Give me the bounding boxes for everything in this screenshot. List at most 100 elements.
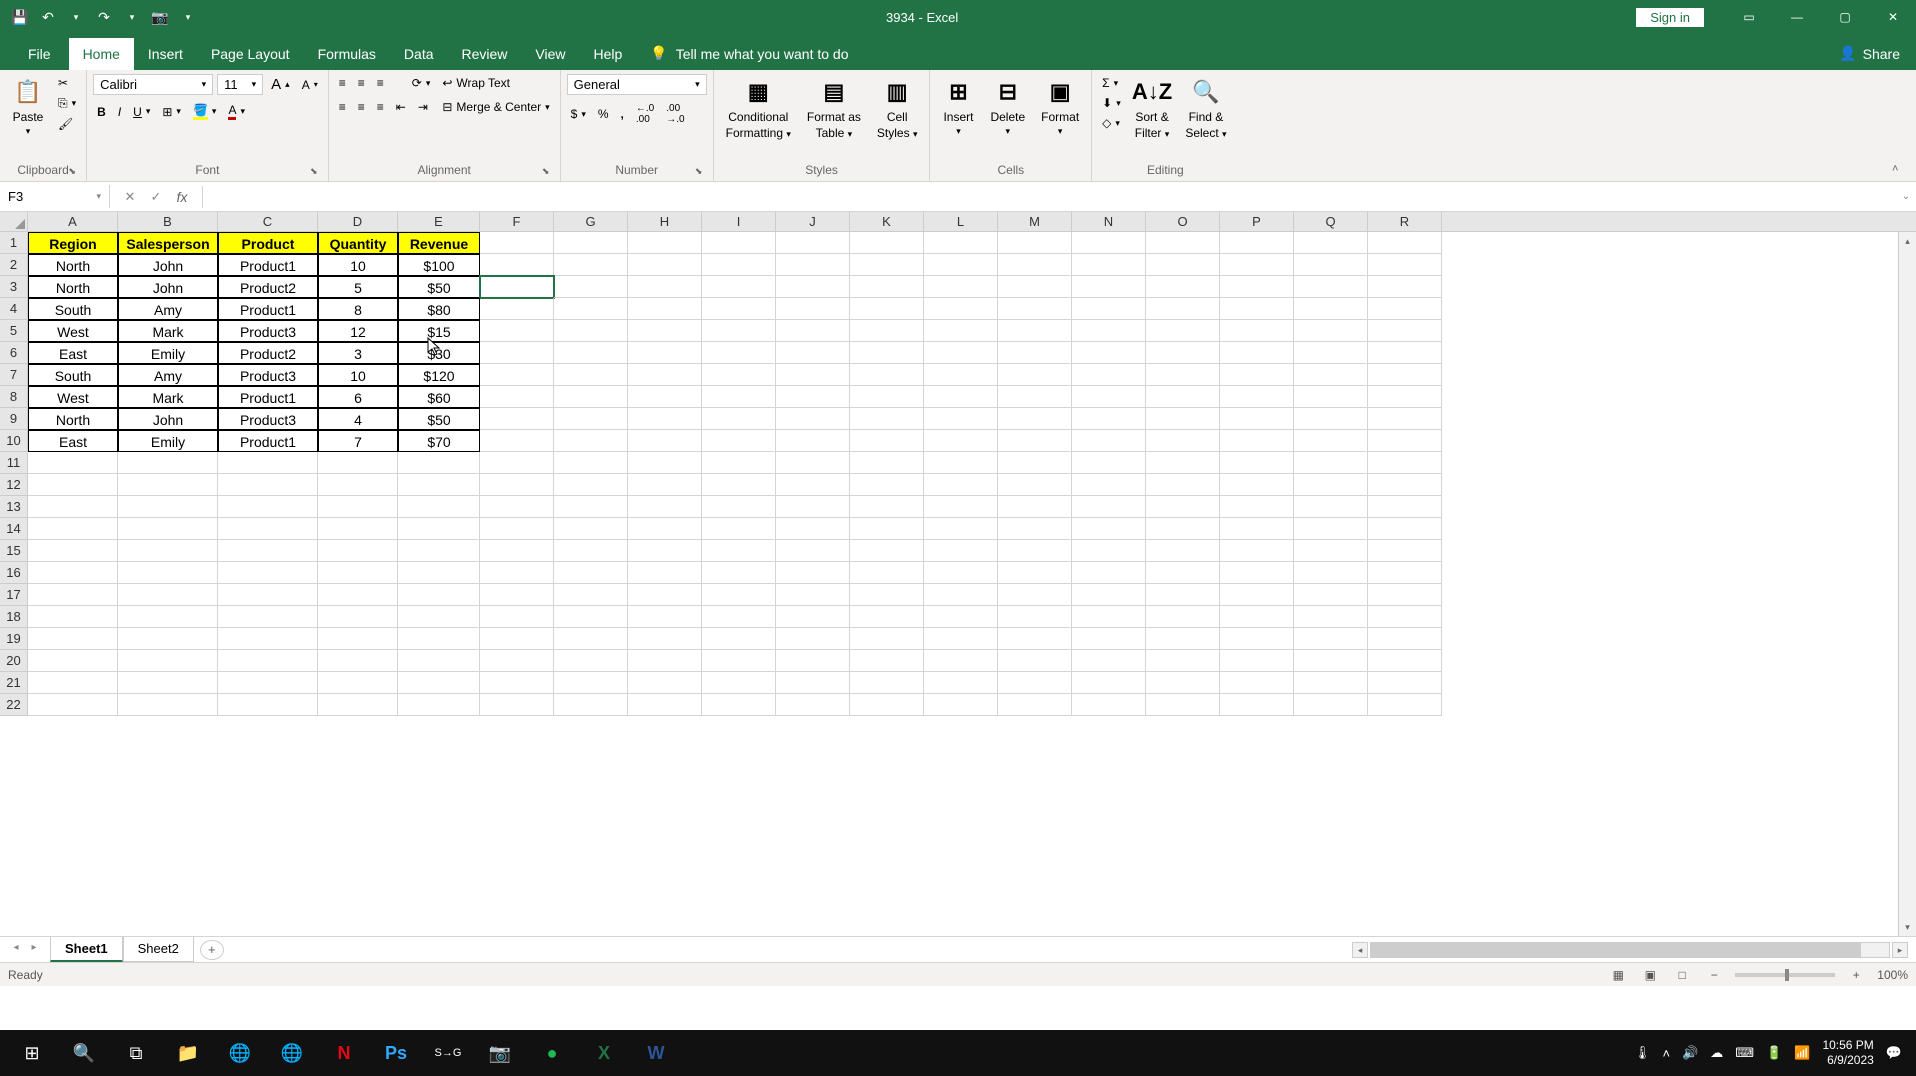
cell-J11[interactable] <box>776 452 850 474</box>
cell-K10[interactable] <box>850 430 924 452</box>
cell-Q15[interactable] <box>1294 540 1368 562</box>
cell-K12[interactable] <box>850 474 924 496</box>
cell-I2[interactable] <box>702 254 776 276</box>
cell-K16[interactable] <box>850 562 924 584</box>
cell-Q16[interactable] <box>1294 562 1368 584</box>
cell-J19[interactable] <box>776 628 850 650</box>
cell-N11[interactable] <box>1072 452 1146 474</box>
cell-O10[interactable] <box>1146 430 1220 452</box>
align-center-button[interactable]: ≡ <box>354 98 369 116</box>
cell-M12[interactable] <box>998 474 1072 496</box>
cell-H21[interactable] <box>628 672 702 694</box>
clear-button[interactable]: ◇ ▾ <box>1098 114 1125 132</box>
cell-K17[interactable] <box>850 584 924 606</box>
cell-B21[interactable] <box>118 672 218 694</box>
cell-Q10[interactable] <box>1294 430 1368 452</box>
find-select-button[interactable]: 🔍 Find & Select ▾ <box>1179 74 1232 142</box>
row-header-3[interactable]: 3 <box>0 276 28 298</box>
cell-P10[interactable] <box>1220 430 1294 452</box>
cell-D16[interactable] <box>318 562 398 584</box>
cell-L19[interactable] <box>924 628 998 650</box>
cell-M7[interactable] <box>998 364 1072 386</box>
cell-N14[interactable] <box>1072 518 1146 540</box>
cell-P1[interactable] <box>1220 232 1294 254</box>
cell-N10[interactable] <box>1072 430 1146 452</box>
cell-G21[interactable] <box>554 672 628 694</box>
row-header-8[interactable]: 8 <box>0 386 28 408</box>
column-header-F[interactable]: F <box>480 212 554 231</box>
cell-P7[interactable] <box>1220 364 1294 386</box>
cell-J2[interactable] <box>776 254 850 276</box>
instagram-button[interactable]: 📷 <box>474 1030 526 1076</box>
cell-B10[interactable]: Emily <box>118 430 218 452</box>
cell-M17[interactable] <box>998 584 1072 606</box>
merge-center-button[interactable]: ⊟ Merge & Center ▾ <box>438 98 553 116</box>
sheet-tab-sheet2[interactable]: Sheet2 <box>123 937 194 962</box>
cell-N20[interactable] <box>1072 650 1146 672</box>
format-painter-button[interactable]: 🖌 <box>54 115 80 133</box>
cell-R7[interactable] <box>1368 364 1442 386</box>
font-size-input[interactable]: 11▾ <box>217 74 263 95</box>
cell-M3[interactable] <box>998 276 1072 298</box>
cell-I22[interactable] <box>702 694 776 716</box>
align-bottom-button[interactable]: ≡ <box>373 74 388 92</box>
cell-H22[interactable] <box>628 694 702 716</box>
insert-function-button[interactable]: fx <box>170 186 194 208</box>
cell-G10[interactable] <box>554 430 628 452</box>
tab-help[interactable]: Help <box>580 38 637 70</box>
cell-Q3[interactable] <box>1294 276 1368 298</box>
cell-D20[interactable] <box>318 650 398 672</box>
row-header-20[interactable]: 20 <box>0 650 28 672</box>
cell-G1[interactable] <box>554 232 628 254</box>
cell-G14[interactable] <box>554 518 628 540</box>
cell-F1[interactable] <box>480 232 554 254</box>
battery-tray-icon[interactable]: 🔋 <box>1766 1045 1782 1061</box>
row-header-17[interactable]: 17 <box>0 584 28 606</box>
cell-M10[interactable] <box>998 430 1072 452</box>
cell-P17[interactable] <box>1220 584 1294 606</box>
cell-A8[interactable]: West <box>28 386 118 408</box>
cell-A22[interactable] <box>28 694 118 716</box>
cell-O17[interactable] <box>1146 584 1220 606</box>
column-header-G[interactable]: G <box>554 212 628 231</box>
cell-P11[interactable] <box>1220 452 1294 474</box>
cell-R16[interactable] <box>1368 562 1442 584</box>
start-button[interactable]: ⊞ <box>6 1030 58 1076</box>
cell-O7[interactable] <box>1146 364 1220 386</box>
row-header-15[interactable]: 15 <box>0 540 28 562</box>
cell-M20[interactable] <box>998 650 1072 672</box>
cell-L12[interactable] <box>924 474 998 496</box>
row-header-9[interactable]: 9 <box>0 408 28 430</box>
cell-C8[interactable]: Product1 <box>218 386 318 408</box>
cell-G2[interactable] <box>554 254 628 276</box>
increase-font-button[interactable]: A▴ <box>267 74 294 95</box>
cell-C16[interactable] <box>218 562 318 584</box>
cell-L6[interactable] <box>924 342 998 364</box>
cell-F17[interactable] <box>480 584 554 606</box>
file-explorer-button[interactable]: 📁 <box>162 1030 214 1076</box>
cell-F11[interactable] <box>480 452 554 474</box>
cell-N3[interactable] <box>1072 276 1146 298</box>
volume-tray-icon[interactable]: 🔊 <box>1682 1045 1698 1061</box>
cell-B6[interactable]: Emily <box>118 342 218 364</box>
cell-E20[interactable] <box>398 650 480 672</box>
cell-L20[interactable] <box>924 650 998 672</box>
cell-K4[interactable] <box>850 298 924 320</box>
cell-J8[interactable] <box>776 386 850 408</box>
cell-B16[interactable] <box>118 562 218 584</box>
cell-H6[interactable] <box>628 342 702 364</box>
delete-cells-button[interactable]: ⊟ Delete ▾ <box>984 74 1031 139</box>
cell-J4[interactable] <box>776 298 850 320</box>
page-break-view-button[interactable]: □ <box>1671 966 1693 984</box>
cell-R10[interactable] <box>1368 430 1442 452</box>
cell-D10[interactable]: 7 <box>318 430 398 452</box>
column-header-A[interactable]: A <box>28 212 118 231</box>
cell-O19[interactable] <box>1146 628 1220 650</box>
cell-O8[interactable] <box>1146 386 1220 408</box>
cell-E17[interactable] <box>398 584 480 606</box>
cell-B19[interactable] <box>118 628 218 650</box>
cell-R4[interactable] <box>1368 298 1442 320</box>
cell-N6[interactable] <box>1072 342 1146 364</box>
cell-C15[interactable] <box>218 540 318 562</box>
cell-Q9[interactable] <box>1294 408 1368 430</box>
